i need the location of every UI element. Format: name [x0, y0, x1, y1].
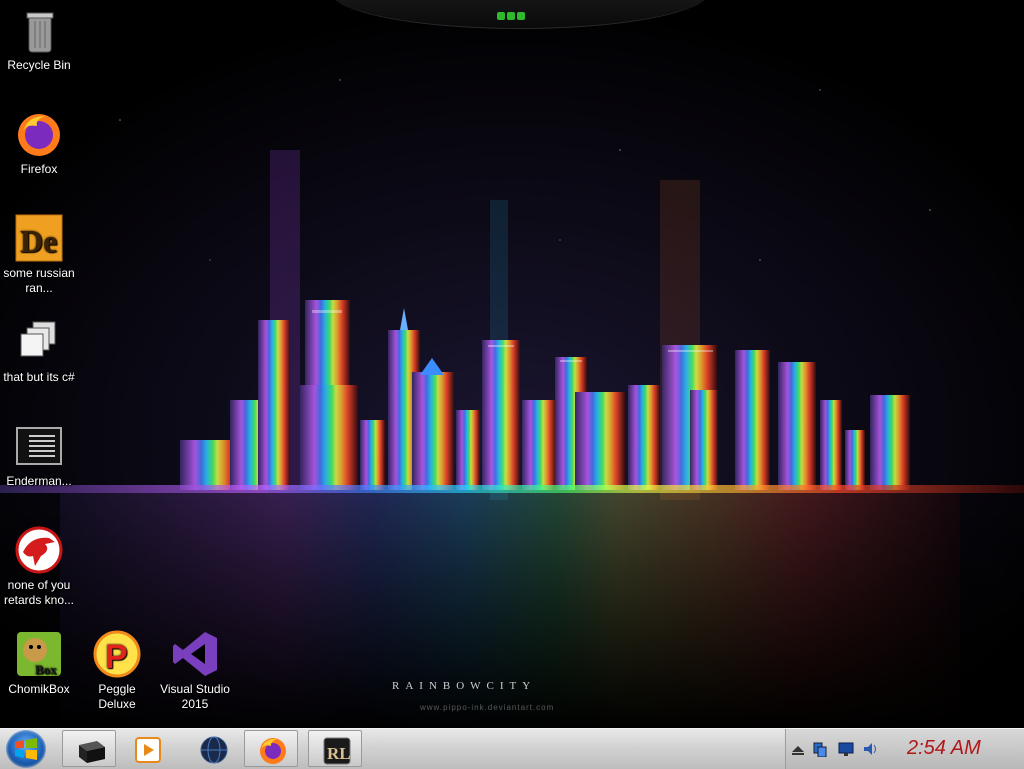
wallpaper-title: RAINBOWCITY: [392, 680, 537, 692]
desktop-icon-label: Recycle Bin: [7, 58, 71, 72]
taskbar: RL 2:54 AM: [0, 728, 1024, 769]
taskbar-clock[interactable]: 2:54 AM: [907, 737, 981, 760]
desktop-icon-csharp[interactable]: that but its c#: [0, 318, 78, 385]
city-skyline-image: [0, 0, 1024, 728]
chomikbox-icon: Box: [15, 630, 63, 678]
top-gadget-indicator: [497, 7, 527, 20]
desktop-icon-label: that but its c#: [3, 370, 75, 384]
recycle-bin-icon: [15, 6, 63, 54]
desktop-icon-dragon[interactable]: none of you retards kno...: [0, 526, 78, 608]
firefox-icon: [15, 110, 63, 158]
black-box-icon: [79, 741, 105, 763]
desktop-icon-label: Firefox: [20, 162, 58, 176]
svg-text:P: P: [105, 638, 128, 676]
desktop-icon-recycle-bin[interactable]: Recycle Bin: [0, 6, 78, 73]
network-icon[interactable]: [812, 741, 828, 757]
desktop-icon-enderman[interactable]: Enderman...: [0, 422, 78, 489]
media-player-icon: [135, 737, 161, 763]
desktop-icon-visual-studio[interactable]: Visual Studio 2015: [156, 630, 234, 712]
desktop-icon-label: some russian ran...: [3, 266, 75, 295]
desktop-icon-chomikbox[interactable]: Box ChomikBox: [0, 630, 78, 697]
globe-icon: [200, 736, 228, 764]
volume-icon[interactable]: [862, 741, 878, 757]
display-icon[interactable]: [838, 741, 854, 757]
svg-text:Box: Box: [35, 662, 57, 677]
desktop-icon-label: ChomikBox: [8, 682, 70, 696]
taskbar-app-globe[interactable]: [186, 730, 240, 767]
start-button[interactable]: [6, 730, 46, 768]
desktop-icon-firefox[interactable]: Firefox: [0, 110, 78, 177]
rl-app-icon: RL: [323, 737, 351, 765]
taskbar-app-media-player[interactable]: [120, 730, 174, 767]
de-app-icon: De: [15, 214, 63, 262]
peggle-icon: P: [93, 630, 141, 678]
red-dragon-icon: [15, 526, 63, 574]
desktop-icon-russian-app[interactable]: De some russian ran...: [0, 214, 78, 296]
console-icon: [15, 422, 63, 470]
desktop-icon-label: none of you retards kno...: [3, 578, 75, 607]
desktop-icon-label: Visual Studio 2015: [160, 682, 230, 711]
system-tray: 2:54 AM: [785, 729, 1024, 769]
svg-text:RL: RL: [327, 744, 351, 763]
windows-orb-icon: [15, 738, 37, 760]
visual-studio-icon: [171, 630, 219, 678]
wallpaper-credit: www.pippo-ink.deviantart.com: [420, 703, 555, 712]
windows-stack-icon: [15, 318, 63, 366]
taskbar-app-black-box[interactable]: [62, 730, 116, 767]
desktop-icon-label: Peggle Deluxe: [98, 682, 136, 711]
taskbar-app-firefox[interactable]: [244, 730, 298, 767]
desktop-icon-label: Enderman...: [6, 474, 72, 488]
svg-text:De: De: [20, 223, 57, 259]
show-hidden-icon[interactable]: [790, 741, 806, 757]
taskbar-app-rl[interactable]: RL: [308, 730, 362, 767]
firefox-icon: [260, 738, 286, 764]
desktop-wallpaper: RAINBOWCITY www.pippo-ink.deviantart.com: [0, 0, 1024, 728]
desktop-icon-peggle[interactable]: P Peggle Deluxe: [78, 630, 156, 712]
